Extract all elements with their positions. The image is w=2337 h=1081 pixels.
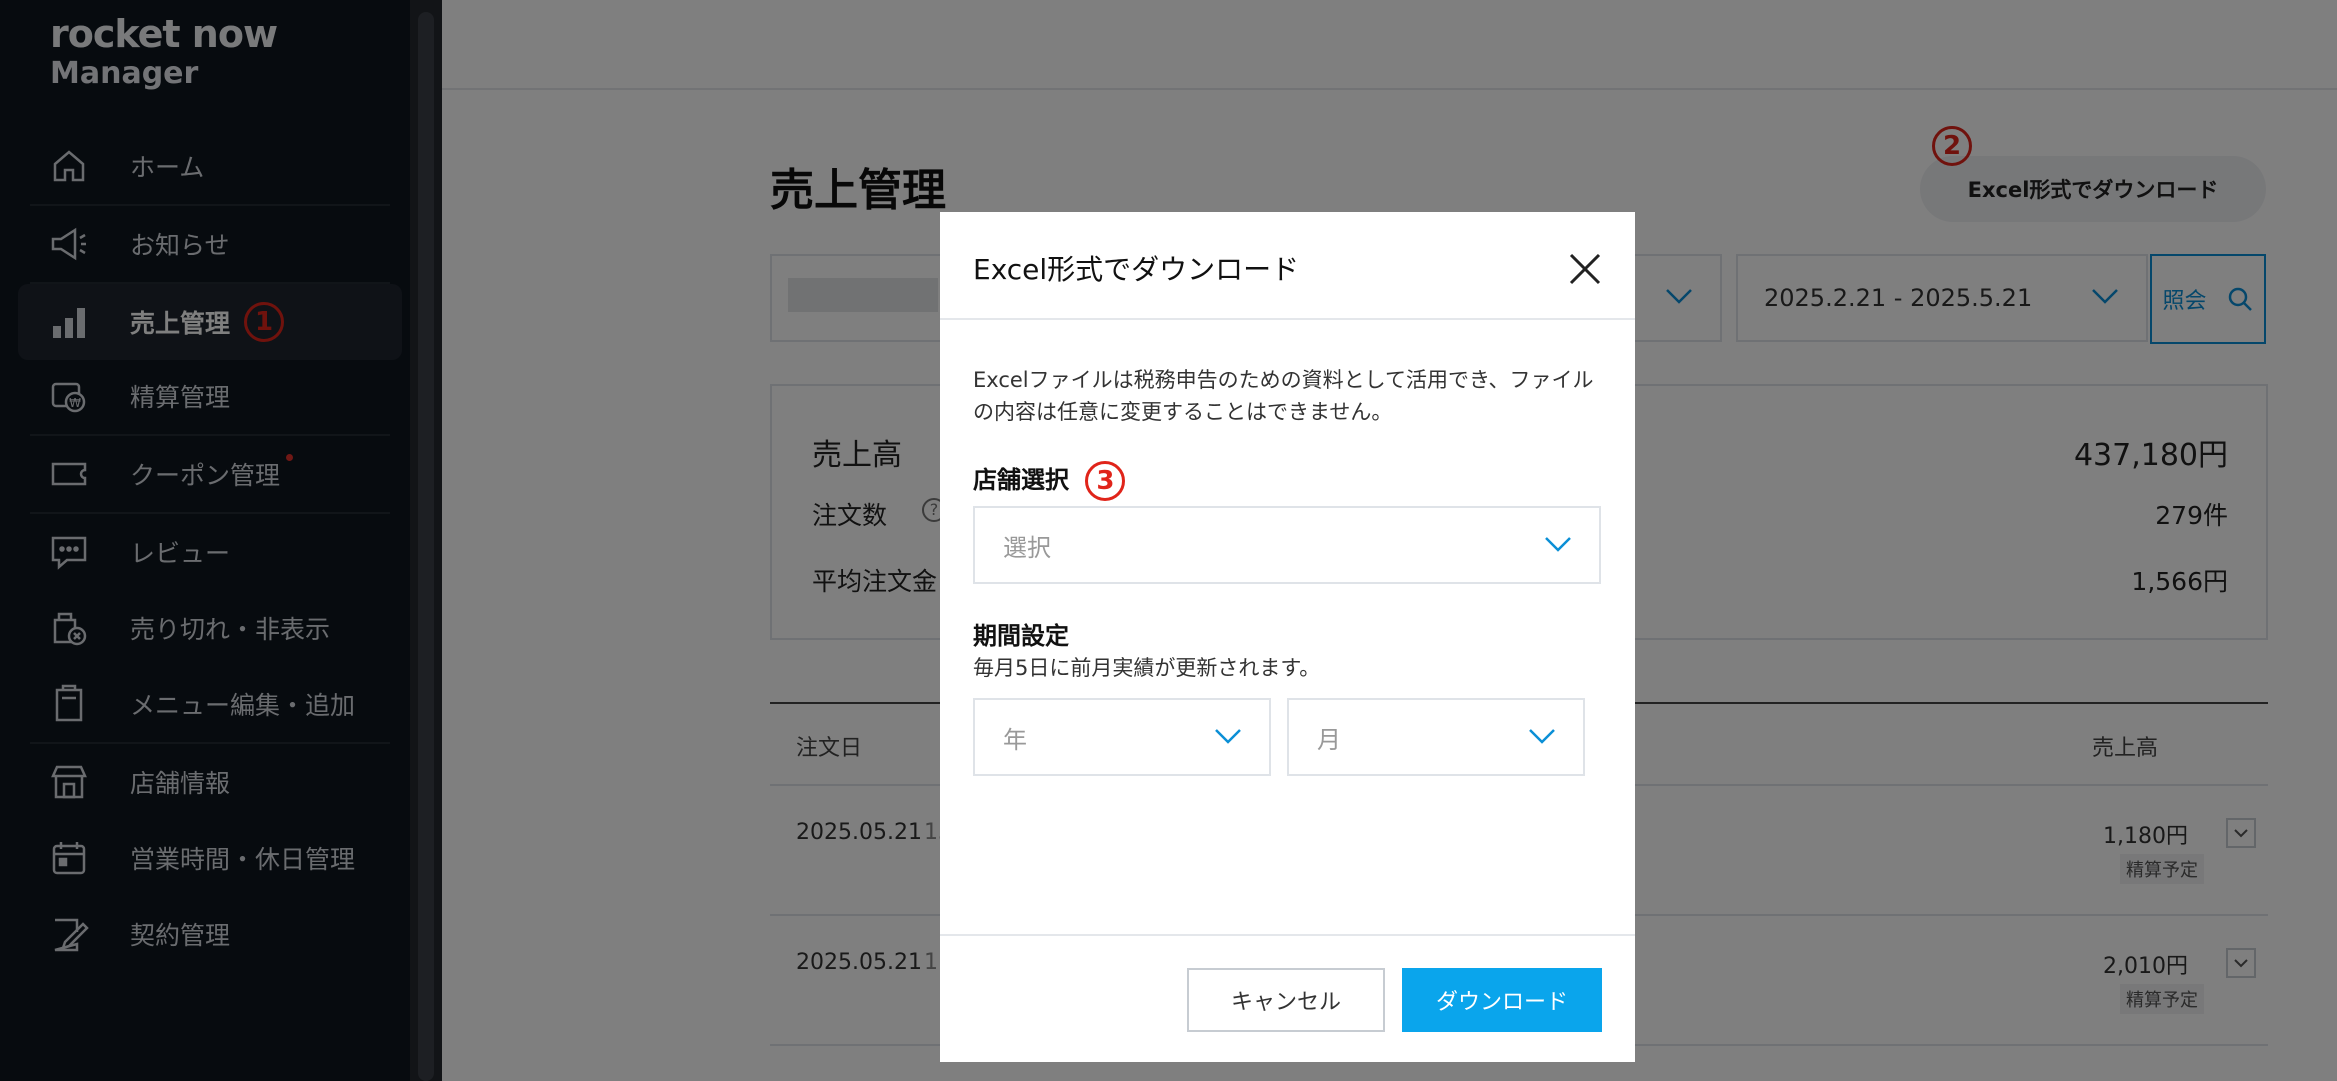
year-select[interactable]: 年 [973, 698, 1271, 776]
month-select-placeholder: 月 [1317, 725, 1341, 754]
store-select[interactable]: 選択 [973, 506, 1601, 584]
close-icon[interactable] [1568, 252, 1602, 286]
chevron-down-icon [1529, 729, 1555, 744]
store-select-placeholder: 選択 [1003, 533, 1051, 562]
store-select-label-text: 店舗選択 [973, 466, 1069, 494]
month-select[interactable]: 月 [1287, 698, 1585, 776]
period-label: 期間設定 [973, 622, 1069, 650]
dialog-title: Excel形式でダウンロード [973, 253, 1300, 286]
excel-download-dialog: Excel形式でダウンロード Excelファイルは税務申告のための資料として活用… [940, 212, 1635, 1062]
dialog-footer: キャンセル ダウンロード [940, 934, 1635, 1062]
download-button[interactable]: ダウンロード [1402, 968, 1602, 1032]
year-select-placeholder: 年 [1003, 725, 1027, 754]
dialog-header: Excel形式でダウンロード [940, 212, 1635, 320]
chevron-down-icon [1545, 537, 1571, 552]
cancel-button[interactable]: キャンセル [1187, 968, 1385, 1032]
annotation-marker-3: 3 [1085, 461, 1126, 501]
chevron-down-icon [1215, 729, 1241, 744]
period-hint: 毎月5日に前月実績が更新されます。 [973, 656, 1321, 680]
dialog-description: Excelファイルは税務申告のための資料として活用でき、ファイルの内容は任意に変… [973, 368, 1594, 424]
store-select-label: 店舗選択 3 [973, 460, 1126, 501]
